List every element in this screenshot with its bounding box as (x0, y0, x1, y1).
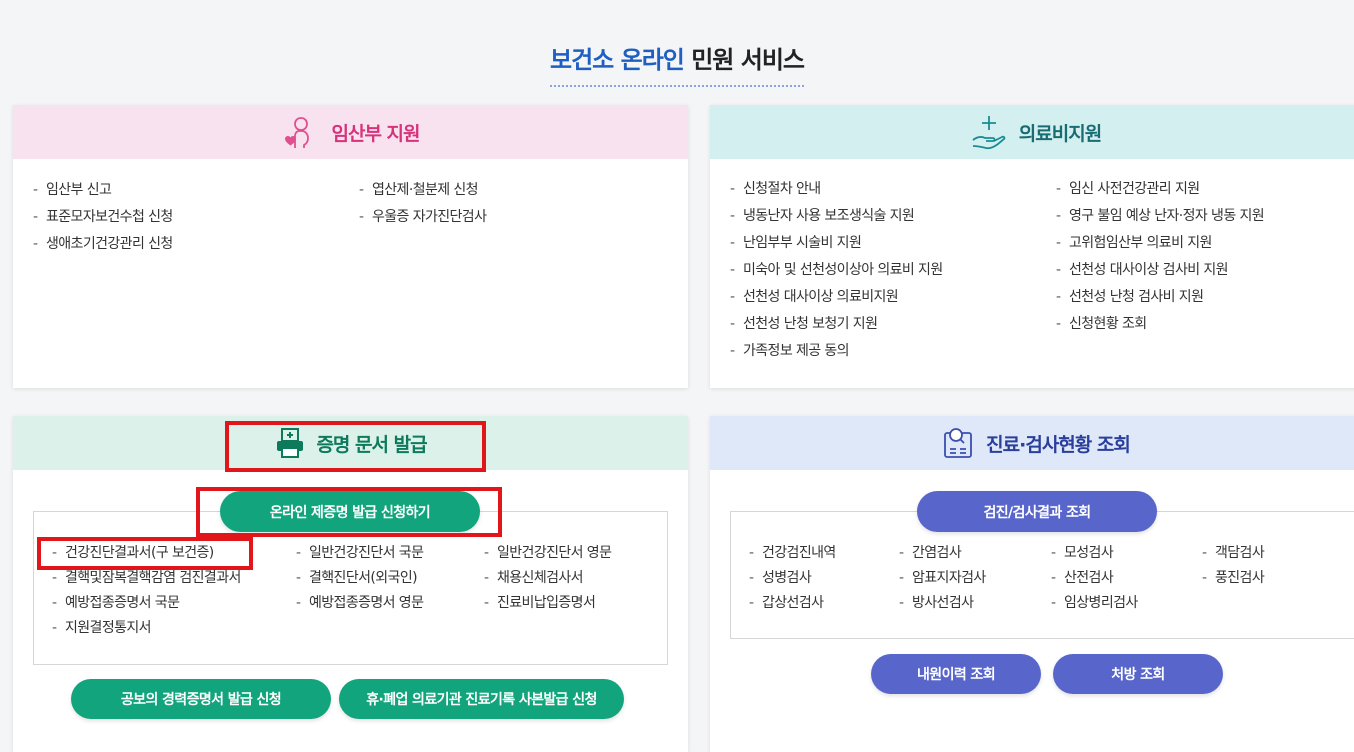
list-item[interactable]: 모성검사 (1051, 544, 1202, 563)
list-item[interactable]: 일반건강진단서 국문 (296, 544, 484, 563)
list-item[interactable]: 건강진단결과서(구 보건증) (52, 544, 296, 563)
exam-status-title: 진료·검사현황 조회 (986, 433, 1131, 456)
certificate-list-box: 건강진단결과서(구 보건증) 결핵및잠복결핵감염 검진결과서 예방접종증명서 국… (33, 511, 668, 665)
list-item[interactable]: 지원결정통지서 (52, 619, 296, 638)
list-item[interactable]: 갑상선검사 (749, 594, 899, 613)
list-item[interactable]: 선천성 대사이상 의료비지원 (730, 288, 1056, 307)
exam-col-1: 건강검진내역 성병검사 갑상선검사 (749, 544, 899, 619)
list-item[interactable]: 고위험임산부 의료비 지원 (1056, 234, 1264, 253)
list-item[interactable]: 진료비납입증명서 (484, 594, 611, 613)
medical-col-2: 임신 사전건강관리 지원 영구 불임 예상 난자·정자 냉동 지원 고위험임산부… (1056, 180, 1265, 369)
page-title-rest: 민원 서비스 (691, 46, 805, 74)
list-item[interactable]: 건강검진내역 (749, 544, 899, 563)
pregnancy-support-title: 임산부 지원 (331, 122, 420, 145)
list-item[interactable]: 난임부부 시술비 지원 (730, 234, 1056, 253)
exam-status-card: 진료·검사현황 조회 건강검진내역 성병검사 갑상선검사 간염검사 암표지자검사… (710, 416, 1354, 752)
list-item[interactable]: 임산부 신고 (33, 181, 359, 200)
clipboard-search-icon (940, 425, 976, 461)
pregnancy-support-card: 임산부 지원 임산부 신고 표준모자보건수첩 신청 생애초기건강관리 신청 엽산… (13, 105, 688, 388)
certificate-col-1: 건강진단결과서(구 보건증) 결핵및잠복결핵감염 검진결과서 예방접종증명서 국… (52, 544, 296, 644)
list-item[interactable]: 예방접종증명서 국문 (52, 594, 296, 613)
online-certificate-apply-button[interactable]: 온라인 제증명 발급 신청하기 (220, 491, 480, 532)
list-item[interactable]: 표준모자보건수첩 신청 (33, 208, 359, 227)
page-title-highlight: 보건소 온라인 (550, 46, 685, 74)
list-item[interactable]: 가족정보 제공 동의 (730, 342, 1056, 361)
exam-col-3: 모성검사 산전검사 임상병리검사 (1051, 544, 1202, 619)
printer-icon (274, 427, 306, 459)
certificate-title: 증명 문서 발급 (316, 433, 427, 456)
certificate-col-2: 일반건강진단서 국문 결핵진단서(외국인) 예방접종증명서 영문 (296, 544, 484, 644)
list-item[interactable]: 암표지자검사 (899, 569, 1051, 588)
medical-col-1: 신청절차 안내 냉동난자 사용 보조생식술 지원 난임부부 시술비 지원 미숙아… (730, 180, 1056, 369)
certificate-col-3: 일반건강진단서 영문 채용신체검사서 진료비납입증명서 (484, 544, 612, 644)
pregnancy-col-2: 엽산제·철분제 신청 우울증 자가진단검사 (359, 181, 487, 262)
list-item[interactable]: 선천성 대사이상 검사비 지원 (1056, 261, 1264, 280)
pregnancy-support-header: 임산부 지원 (13, 105, 688, 159)
list-item[interactable]: 엽산제·철분제 신청 (359, 181, 486, 200)
closed-clinic-records-button[interactable]: 휴·폐업 의료기관 진료기록 사본발급 신청 (339, 679, 624, 719)
list-item[interactable]: 미숙아 및 선천성이상아 의료비 지원 (730, 261, 1056, 280)
visit-history-button[interactable]: 내원이력 조회 (871, 654, 1041, 694)
certificate-card: 증명 문서 발급 건강진단결과서(구 보건증) 결핵및잠복결핵감염 검진결과서 … (13, 416, 688, 752)
list-item[interactable]: 신청절차 안내 (730, 180, 1056, 199)
list-item[interactable]: 우울증 자가진단검사 (359, 208, 487, 227)
exam-col-2: 간염검사 암표지자검사 방사선검사 (899, 544, 1051, 619)
list-item[interactable]: 임신 사전건강관리 지원 (1056, 180, 1264, 199)
list-item[interactable]: 산전검사 (1051, 569, 1202, 588)
list-item[interactable]: 선천성 난청 검사비 지원 (1056, 288, 1264, 307)
list-item[interactable]: 방사선검사 (899, 594, 1051, 613)
pregnant-woman-icon (281, 112, 321, 152)
pregnancy-col-1: 임산부 신고 표준모자보건수첩 신청 생애초기건강관리 신청 (33, 181, 359, 262)
list-item[interactable]: 채용신체검사서 (484, 569, 611, 588)
checkup-result-query-button[interactable]: 검진/검사결과 조회 (917, 491, 1157, 532)
list-item[interactable]: 신청현황 조회 (1056, 315, 1264, 334)
hand-plus-icon (969, 112, 1009, 152)
prescription-query-button[interactable]: 처방 조회 (1053, 654, 1223, 694)
doctor-career-certificate-button[interactable]: 공보의 경력증명서 발급 신청 (71, 679, 331, 719)
list-item[interactable]: 결핵및잠복결핵감염 검진결과서 (52, 569, 296, 588)
list-item[interactable]: 영구 불임 예상 난자·정자 냉동 지원 (1056, 207, 1265, 226)
certificate-header: 증명 문서 발급 (13, 416, 688, 470)
list-item[interactable]: 냉동난자 사용 보조생식술 지원 (730, 207, 1056, 226)
list-item[interactable]: 성병검사 (749, 569, 899, 588)
medical-support-header: 의료비지원 (710, 105, 1354, 159)
list-item[interactable]: 선천성 난청 보청기 지원 (730, 315, 1056, 334)
list-item[interactable]: 간염검사 (899, 544, 1051, 563)
list-item[interactable]: 풍진검사 (1202, 569, 1265, 588)
list-item[interactable]: 결핵진단서(외국인) (296, 569, 484, 588)
list-item[interactable]: 임상병리검사 (1051, 594, 1202, 613)
medical-support-card: 의료비지원 신청절차 안내 냉동난자 사용 보조생식술 지원 난임부부 시술비 … (710, 105, 1354, 388)
exam-status-header: 진료·검사현황 조회 (710, 416, 1354, 470)
list-item[interactable]: 생애초기건강관리 신청 (33, 235, 359, 254)
list-item[interactable]: 예방접종증명서 영문 (296, 594, 484, 613)
list-item[interactable]: 객담검사 (1202, 544, 1265, 563)
page-title: 보건소 온라인 민원 서비스 (0, 40, 1354, 87)
exam-col-4: 객담검사 풍진검사 (1202, 544, 1265, 619)
medical-support-title: 의료비지원 (1018, 122, 1102, 145)
list-item[interactable]: 일반건강진단서 영문 (484, 544, 612, 563)
